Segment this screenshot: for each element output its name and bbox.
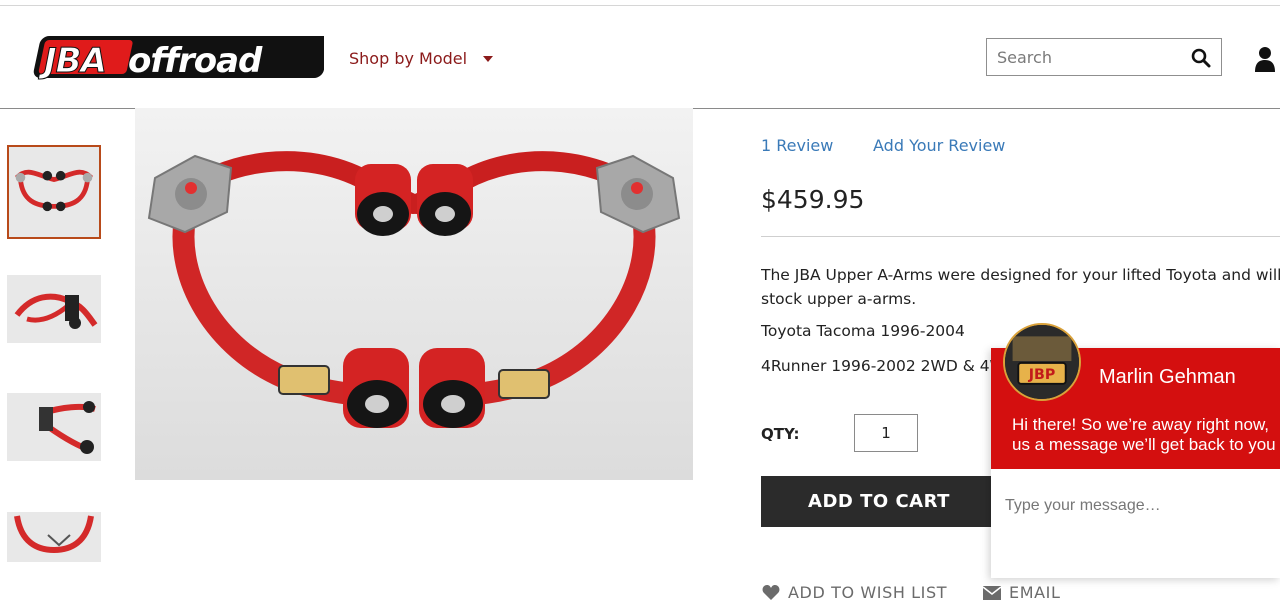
search-box	[986, 38, 1222, 76]
chevron-down-icon[interactable]	[46, 532, 72, 548]
qty-input[interactable]	[854, 414, 918, 452]
qty-label: QTY:	[761, 425, 800, 443]
product-main-image[interactable]	[135, 108, 693, 480]
site-header: JBA offroad Shop by Model	[0, 6, 1280, 109]
chat-agent-name: Marlin Gehman	[1099, 366, 1236, 388]
chat-message-line-2: us a message we’ll get back to you	[1012, 435, 1276, 454]
shop-by-model-menu[interactable]: Shop by Model	[349, 47, 494, 69]
description-line-1: The JBA Upper A-Arms were designed for y…	[761, 266, 1280, 284]
envelope-icon	[983, 585, 1001, 600]
chat-message-line-1: Hi there! So we’re away right now,	[1012, 415, 1270, 434]
search-icon[interactable]	[1191, 48, 1211, 68]
upper-a-arms-image	[135, 108, 693, 480]
thumbnail-image	[7, 275, 101, 343]
product-description: The JBA Upper A-Arms were designed for y…	[761, 263, 1280, 311]
add-to-cart-button[interactable]: ADD TO CART	[761, 476, 997, 527]
description-line-2: stock upper a-arms.	[761, 290, 917, 308]
site-logo[interactable]: JBA offroad	[30, 32, 324, 82]
user-icon[interactable]	[1254, 46, 1276, 72]
caret-down-icon	[483, 56, 494, 62]
email-label: EMAIL	[1009, 583, 1061, 602]
jbp-logo-avatar: JBP	[1005, 325, 1079, 399]
jba-offroad-logo: JBA offroad	[33, 36, 324, 82]
wishlist-label: ADD TO WISH LIST	[788, 583, 948, 602]
chat-away-message: Hi there! So we’re away right now, us a …	[1012, 415, 1280, 455]
avatar-text: JBP	[1028, 367, 1056, 383]
product-thumbnail-3[interactable]	[7, 393, 101, 461]
fitment-line-2: 4Runner 1996-2002 2WD & 4W	[761, 357, 1005, 375]
svg-text:offroad: offroad	[128, 41, 263, 81]
fitment-line-1: Toyota Tacoma 1996-2004	[761, 322, 965, 340]
product-thumbnail-2[interactable]	[7, 275, 101, 343]
divider	[761, 236, 1280, 237]
search-input[interactable]	[987, 39, 1187, 75]
product-price: $459.95	[761, 185, 865, 214]
email-link[interactable]: EMAIL	[983, 583, 1061, 602]
chat-message-input[interactable]	[991, 469, 1280, 543]
add-to-wishlist-link[interactable]: ADD TO WISH LIST	[762, 583, 947, 602]
thumbnail-image	[7, 393, 101, 461]
chat-agent-avatar: JBP	[1003, 323, 1081, 401]
svg-text:JBA: JBA	[38, 41, 106, 81]
thumbnail-image	[9, 147, 99, 237]
heart-icon	[762, 584, 780, 600]
product-thumbnail-1[interactable]	[7, 145, 101, 239]
reviews-link[interactable]: 1 Review	[761, 136, 833, 155]
add-review-link[interactable]: Add Your Review	[873, 136, 1005, 155]
shop-by-model-label: Shop by Model	[349, 48, 468, 68]
